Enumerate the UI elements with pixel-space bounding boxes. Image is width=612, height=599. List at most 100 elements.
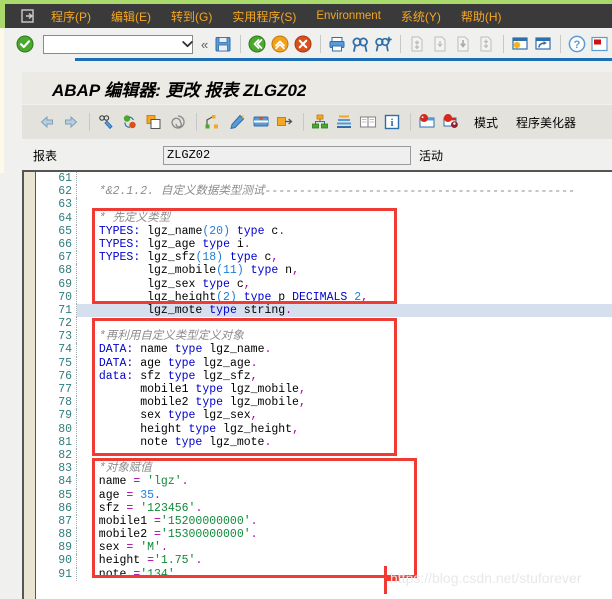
code-line-text: *&2.1.2. 自定义数据类型测试----------------------… [98, 185, 575, 199]
code-line[interactable]: 65 TYPES: lgz_name(20) type c. [37, 224, 612, 238]
last-page-icon[interactable] [475, 33, 496, 55]
menu-goto[interactable]: 转到(G) [171, 8, 212, 25]
code-line[interactable]: 72 [37, 317, 612, 331]
display-change-icon[interactable] [95, 111, 117, 133]
forward-arrow-icon[interactable] [60, 111, 82, 133]
code-line-text: mobile2 ='15300000000'. [85, 528, 258, 542]
code-line[interactable]: 68 lgz_mobile(11) type n, [37, 264, 612, 278]
code-line[interactable]: 84 name = 'lgz'. [37, 475, 612, 489]
code-line[interactable]: 66 TYPES: lgz_age type i. [37, 237, 612, 252]
code-line-text: lgz_height(2) type p DECIMALS 2, [85, 290, 369, 304]
next-page-icon[interactable] [452, 33, 473, 55]
code-line[interactable]: 79 sex type lgz_sex, [37, 409, 612, 423]
menu-environment[interactable]: Environment [316, 10, 381, 22]
check-syntax-icon[interactable] [119, 111, 141, 133]
code-line[interactable]: 91 note ='134'. [37, 567, 612, 581]
find-icon[interactable] [349, 33, 370, 55]
back-green-icon[interactable] [246, 33, 267, 55]
command-field[interactable] [43, 35, 193, 55]
line-number: 70 [37, 290, 77, 304]
code-line[interactable]: 90 height ='1.75'. [37, 554, 612, 568]
code-line[interactable]: 81 note type lgz_mote. [37, 435, 612, 449]
line-number: 88 [37, 528, 77, 542]
information-icon[interactable]: i [381, 111, 403, 133]
green-check-icon[interactable] [14, 33, 35, 55]
replace-icon[interactable] [250, 111, 272, 133]
code-line[interactable]: 62 *&2.1.2. 自定义数据类型测试-------------------… [37, 185, 612, 199]
code-line-text: lgz_sex type c, [85, 277, 251, 291]
find-next-icon[interactable] [372, 33, 393, 55]
report-name-input[interactable] [163, 145, 411, 165]
svg-text:i: i [390, 117, 393, 129]
menu-utilities[interactable]: 实用程序(S) [232, 8, 296, 25]
menu-program[interactable]: 程序(P) [51, 8, 91, 25]
menu-edit[interactable]: 编辑(E) [111, 8, 151, 25]
code-line[interactable]: 70 lgz_height(2) type p DECIMALS 2, [37, 290, 612, 304]
insert-statement-icon[interactable] [274, 111, 296, 133]
mode-button[interactable]: 模式 [474, 114, 498, 131]
code-line[interactable]: 67 TYPES: lgz_sfz(18) type c, [37, 251, 612, 265]
activate-icon[interactable] [143, 111, 165, 133]
pretty-printer-button[interactable]: 程序美化器 [516, 114, 576, 131]
line-number: 64 [37, 211, 77, 225]
line-number: 74 [37, 343, 77, 357]
code-line-text: sex type lgz_sex, [85, 409, 258, 423]
title-bar: ABAP 编辑器: 更改 报表 ZLGZ02 [22, 72, 612, 104]
code-line[interactable]: 69 lgz_sex type c, [37, 277, 612, 291]
highlight-icon[interactable] [226, 111, 248, 133]
help-icon[interactable]: ? [566, 33, 587, 55]
code-line-text: *对象赋值 [98, 462, 152, 476]
first-page-icon[interactable] [406, 33, 427, 55]
menu-bar: 程序(P) 编辑(E) 转到(G) 实用程序(S) Environment 系统… [5, 4, 612, 28]
code-line-text: TYPES: lgz_age type i. [98, 237, 251, 251]
code-line[interactable]: 83 *对象赋值 [37, 462, 612, 476]
code-line[interactable]: 78 mobile2 type lgz_mobile, [37, 396, 612, 410]
menu-system[interactable]: 系统(Y) [401, 8, 441, 25]
code-line[interactable]: 80 height type lgz_height, [37, 422, 612, 436]
menu-help[interactable]: 帮助(H) [461, 8, 502, 25]
report-row: 报表 活动 [22, 142, 612, 168]
code-line[interactable]: 77 mobile1 type lgz_mobile, [37, 383, 612, 397]
cancel-red-icon[interactable] [292, 33, 313, 55]
line-number: 66 [37, 237, 77, 252]
code-line[interactable]: 74 DATA: name type lgz_name. [37, 343, 612, 357]
document-arrow-icon[interactable] [21, 9, 37, 23]
where-used-icon[interactable] [309, 111, 331, 133]
code-line[interactable]: 63 [37, 198, 612, 212]
pretty-printer-icon[interactable] [202, 111, 224, 133]
code-line[interactable]: 89 sex = 'M'. [37, 541, 612, 555]
line-number: 72 [37, 317, 77, 331]
code-line[interactable]: 87 mobile1 ='15200000000'. [37, 514, 612, 529]
save-icon[interactable] [212, 33, 233, 55]
code-text-area[interactable]: 61 62 *&2.1.2. 自定义数据类型测试-----------------… [37, 172, 612, 599]
create-shortcut-icon[interactable] [532, 33, 553, 55]
debugger-icon[interactable] [416, 111, 438, 133]
code-line[interactable]: 75 DATA: age type lgz_age. [37, 356, 612, 370]
breakpoint-icon[interactable] [440, 111, 462, 133]
code-line[interactable]: 85 age = 35. [37, 488, 612, 502]
code-line[interactable]: 64 * 先定义类型 [37, 211, 612, 225]
line-number: 71 [37, 303, 77, 318]
code-line[interactable]: 71 lgz_mote type string. [37, 303, 612, 318]
double-chevron-left-icon[interactable]: « [201, 37, 208, 52]
code-editor[interactable]: 61 62 *&2.1.2. 自定义数据类型测试-----------------… [22, 170, 612, 599]
navigation-stack-icon[interactable] [333, 111, 355, 133]
exit-orange-icon[interactable] [269, 33, 290, 55]
code-line[interactable]: 88 mobile2 ='15300000000'. [37, 528, 612, 542]
code-line[interactable]: 82 [37, 448, 612, 463]
pattern-icon[interactable] [167, 111, 189, 133]
customize-local-layout-icon[interactable] [589, 33, 610, 55]
line-number: 68 [37, 264, 77, 278]
code-line[interactable]: 73 *再利用自定义类型定义对象 [37, 330, 612, 344]
create-session-icon[interactable] [509, 33, 530, 55]
code-line-text: lgz_mobile(11) type n, [85, 264, 299, 278]
back-arrow-icon[interactable] [36, 111, 58, 133]
code-line[interactable]: 76 data: sfz type lgz_sfz, [37, 369, 612, 383]
code-line[interactable]: 61 [37, 172, 612, 186]
print-icon[interactable] [326, 33, 347, 55]
code-line[interactable]: 86 sfz = '123456'. [37, 501, 612, 515]
previous-page-icon[interactable] [429, 33, 450, 55]
documentation-icon[interactable] [357, 111, 379, 133]
